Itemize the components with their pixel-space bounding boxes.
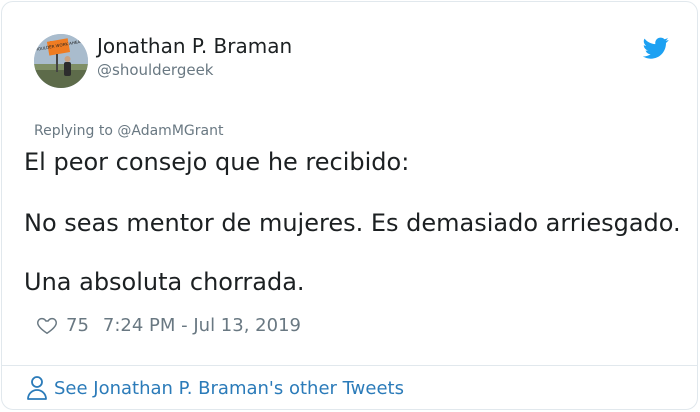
tweet-meta: 75 7:24 PM - Jul 13, 2019 bbox=[36, 314, 301, 336]
avatar-image: SHOULDER WORK AHEAD bbox=[34, 34, 88, 88]
heart-icon[interactable] bbox=[36, 314, 58, 336]
like-count[interactable]: 75 bbox=[66, 315, 89, 336]
avatar[interactable]: SHOULDER WORK AHEAD bbox=[34, 34, 88, 88]
tweet-text-line: No seas mentor de mujeres. Es demasiado … bbox=[24, 209, 681, 237]
tweet-text-line: Una absoluta chorrada. bbox=[24, 268, 305, 296]
author-handle[interactable]: @shouldergeek bbox=[97, 61, 214, 79]
author-display-name[interactable]: Jonathan P. Braman bbox=[97, 34, 292, 58]
see-other-tweets-label[interactable]: See Jonathan P. Braman's other Tweets bbox=[54, 378, 404, 399]
reply-context[interactable]: Replying to @AdamMGrant bbox=[34, 123, 223, 139]
divider bbox=[2, 365, 697, 366]
twitter-bird-icon[interactable] bbox=[643, 35, 669, 61]
person-icon bbox=[27, 376, 47, 400]
tweet-timestamp[interactable]: 7:24 PM - Jul 13, 2019 bbox=[103, 315, 301, 336]
tweet-card: SHOULDER WORK AHEAD Jonathan P. Braman @… bbox=[1, 1, 698, 410]
tweet-text-line: El peor consejo que he recibido: bbox=[24, 148, 410, 176]
see-other-tweets-link[interactable]: See Jonathan P. Braman's other Tweets bbox=[26, 375, 404, 401]
